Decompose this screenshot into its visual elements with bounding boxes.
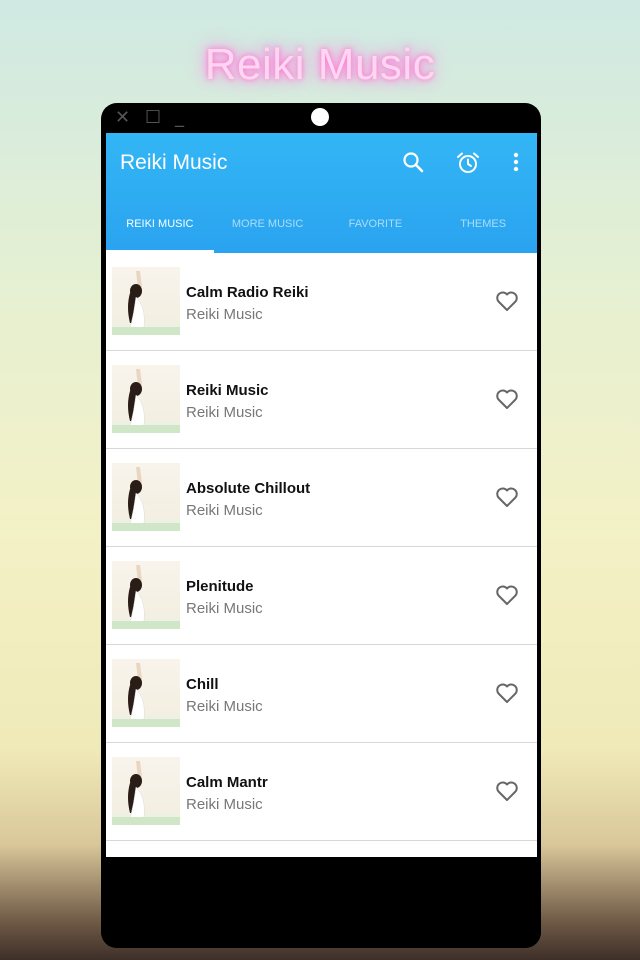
search-icon[interactable]: [400, 149, 428, 177]
tab-themes[interactable]: THEMES: [429, 209, 537, 253]
list-item[interactable]: Absolute Chillout Reiki Music: [106, 449, 537, 547]
camera-icon: [311, 108, 329, 126]
station-subtitle: Reiki Music: [186, 600, 263, 617]
station-subtitle: Reiki Music: [186, 404, 263, 421]
favorite-heart-icon[interactable]: [495, 780, 519, 802]
station-subtitle: Reiki Music: [186, 502, 263, 519]
station-thumbnail: [112, 561, 180, 629]
tab-more-music[interactable]: MORE MUSIC: [214, 209, 322, 253]
favorite-heart-icon[interactable]: [495, 388, 519, 410]
station-subtitle: Reiki Music: [186, 698, 263, 715]
station-list: Calm Radio Reiki Reiki Music Reiki Music…: [106, 253, 537, 857]
app-screen: Reiki Music REIKI MUSIC MORE MUSIC FAVOR…: [106, 133, 537, 857]
minimize-icon: _: [175, 107, 184, 128]
list-item[interactable]: Calm Mantr Reiki Music: [106, 743, 537, 841]
station-title: Absolute Chillout: [186, 480, 311, 497]
list-item[interactable]: Calm Radio Reiki Reiki Music: [106, 253, 537, 351]
maximize-icon: ☐: [145, 107, 162, 128]
close-icon: ✕: [115, 107, 131, 128]
station-thumbnail: [112, 659, 180, 727]
station-title: Chill: [186, 676, 219, 693]
phone-frame: ✕ ☐ _ Reiki Music REIKI MUSIC MORE MUSIC…: [101, 103, 541, 948]
favorite-heart-icon[interactable]: [495, 290, 519, 312]
promo-headline: Reiki Music: [204, 40, 436, 89]
app-title: Reiki Music: [120, 151, 228, 174]
tab-bar: REIKI MUSIC MORE MUSIC FAVORITE THEMES: [106, 209, 537, 253]
station-thumbnail: [112, 463, 180, 531]
station-subtitle: Reiki Music: [186, 306, 263, 323]
phone-top-bar: ✕ ☐ _: [101, 103, 541, 133]
tab-favorite[interactable]: FAVORITE: [322, 209, 430, 253]
phone-bottom-bezel: [101, 857, 541, 948]
station-title: Plenitude: [186, 578, 254, 595]
more-vert-icon[interactable]: [504, 149, 532, 177]
station-thumbnail: [112, 365, 180, 433]
list-item[interactable]: Plenitude Reiki Music: [106, 547, 537, 645]
list-item[interactable]: Chill Reiki Music: [106, 645, 537, 743]
favorite-heart-icon[interactable]: [495, 486, 519, 508]
station-title: Calm Mantr: [186, 774, 268, 791]
station-thumbnail: [112, 267, 180, 335]
favorite-heart-icon[interactable]: [495, 584, 519, 606]
list-item[interactable]: Reiki Music Reiki Music: [106, 351, 537, 449]
tab-reiki-music[interactable]: REIKI MUSIC: [106, 209, 214, 253]
station-title: Reiki Music: [186, 382, 269, 399]
station-title: Calm Radio Reiki: [186, 284, 309, 301]
station-thumbnail: [112, 757, 180, 825]
station-subtitle: Reiki Music: [186, 796, 263, 813]
alarm-clock-icon[interactable]: [454, 149, 482, 177]
app-bar: Reiki Music REIKI MUSIC MORE MUSIC FAVOR…: [106, 133, 537, 253]
list-item-partial: [106, 841, 537, 857]
favorite-heart-icon[interactable]: [495, 682, 519, 704]
